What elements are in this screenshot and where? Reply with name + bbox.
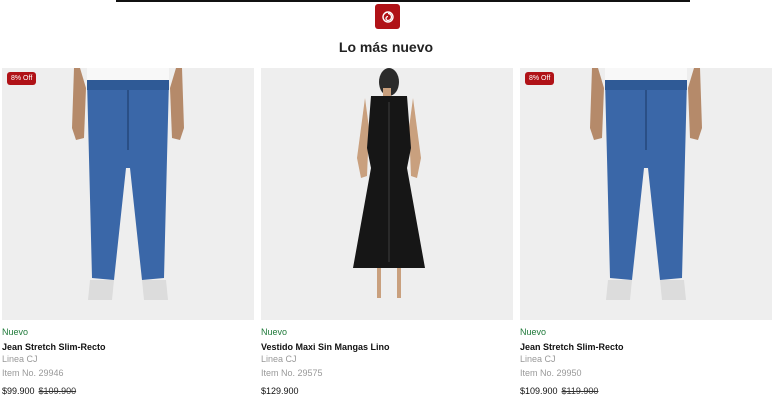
product-image[interactable] [261, 68, 513, 320]
black-dress-photo [353, 68, 425, 298]
section-title: Lo más nuevo [338, 39, 434, 55]
current-price: $99.900 [2, 386, 35, 396]
new-tag: Nuevo [261, 327, 288, 337]
product-item-number: Item No. 29950 [520, 368, 582, 378]
product-item-number: Item No. 29575 [261, 368, 323, 378]
spiral-logo-icon [381, 10, 394, 23]
product-item-number: Item No. 29946 [2, 368, 64, 378]
price-row: $109.900 $119.900 [520, 386, 598, 396]
current-price: $129.900 [261, 386, 299, 396]
old-price: $109.900 [38, 386, 77, 396]
discount-badge: 8% Off [7, 72, 37, 85]
top-divider [116, 0, 690, 2]
old-price: $119.900 [561, 386, 599, 396]
product-name[interactable]: Jean Stretch Slim-Recto [520, 342, 624, 352]
blue-jeans-photo [590, 68, 702, 300]
product-image[interactable]: 8% Off [520, 68, 772, 320]
price-row: $99.900 $109.900 [2, 386, 76, 396]
product-brand: Linea CJ [2, 354, 38, 364]
discount-badge: 8% Off [525, 72, 555, 85]
brand-logo-icon[interactable] [375, 4, 400, 29]
product-card[interactable]: Nuevo Vestido Maxi Sin Mangas Lino Linea… [261, 68, 513, 400]
product-card[interactable]: 8% Off Nuevo Jean Stretch Slim-Recto Lin… [520, 68, 772, 400]
price-row: $129.900 [261, 386, 299, 396]
new-tag: Nuevo [2, 327, 29, 337]
current-price: $109.900 [520, 386, 558, 396]
blue-jeans-photo [72, 68, 184, 300]
product-brand: Linea CJ [520, 354, 556, 364]
product-brand: Linea CJ [261, 354, 297, 364]
new-tag: Nuevo [520, 327, 547, 337]
product-image[interactable]: 8% Off [2, 68, 254, 320]
product-name[interactable]: Jean Stretch Slim-Recto [2, 342, 106, 352]
product-name[interactable]: Vestido Maxi Sin Mangas Lino [261, 342, 390, 352]
product-card[interactable]: 8% Off Nuevo Jean Stretch Slim-Recto Lin… [2, 68, 254, 400]
